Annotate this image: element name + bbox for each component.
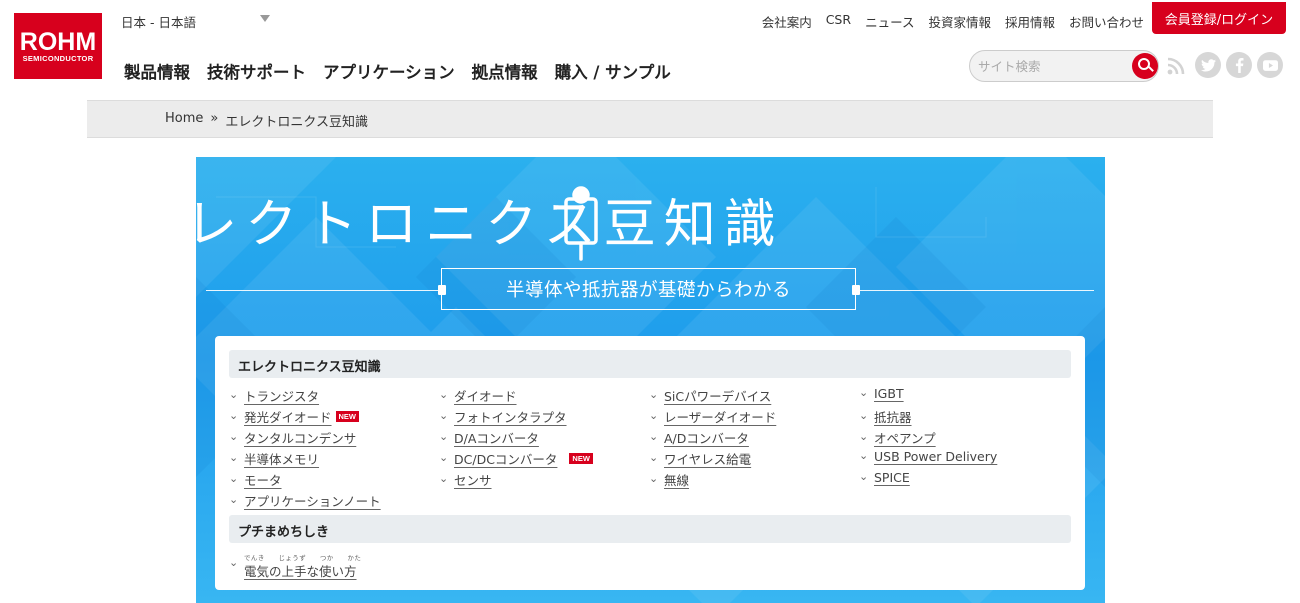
chevron-down-icon: ⌄ <box>229 472 239 485</box>
topic-link[interactable]: ⌄ IGBT <box>859 386 904 401</box>
chevron-down-icon: ⌄ <box>859 430 869 443</box>
language-label: 日本 - 日本語 <box>121 15 196 30</box>
main-nav-products[interactable]: 製品情報 <box>124 59 190 83</box>
chevron-down-icon: ⌄ <box>649 430 659 443</box>
hero-title: エレクトロニクス豆知識 <box>125 195 784 255</box>
chevron-down-icon: ⌄ <box>649 451 659 464</box>
chevron-down-icon: ⌄ <box>859 386 869 399</box>
chevron-down-icon: ⌄ <box>229 451 239 464</box>
section-heading-tips: プチまめちしき <box>229 515 1071 543</box>
section-heading-main: エレクトロニクス豆知識 <box>229 350 1071 378</box>
logo-sub-text: SEMICONDUCTOR <box>22 53 94 63</box>
chevron-down-icon: ⌄ <box>229 430 239 443</box>
nav-link-investors[interactable]: 投資家情報 <box>928 12 991 31</box>
main-nav-locations[interactable]: 拠点情報 <box>472 59 538 83</box>
new-badge: NEW <box>335 411 360 422</box>
topic-link[interactable]: ⌄ トランジスタ <box>229 386 319 405</box>
topic-link[interactable]: ⌄ DC/DCコンバータ NEW <box>439 449 593 468</box>
chevron-down-icon: ⌄ <box>649 409 659 422</box>
language-selector[interactable]: 日本 - 日本語 <box>121 12 271 30</box>
chevron-down-icon: ⌄ <box>439 472 449 485</box>
breadcrumb-current: エレクトロニクス豆知識 <box>225 115 368 130</box>
chevron-down-icon <box>260 15 270 22</box>
topic-link[interactable]: ⌄ フォトインタラプタ <box>439 407 567 426</box>
breadcrumb: Home » エレクトロニクス豆知識 <box>165 111 368 130</box>
youtube-icon[interactable] <box>1257 52 1283 78</box>
search-button[interactable] <box>1132 53 1158 79</box>
nav-link-careers[interactable]: 採用情報 <box>1005 12 1055 31</box>
rss-icon[interactable] <box>1166 56 1186 76</box>
chevron-down-icon: ⌄ <box>859 449 869 462</box>
breadcrumb-separator: » <box>210 111 219 126</box>
main-nav-purchase[interactable]: 購入 / サンプル <box>555 59 671 83</box>
topic-link[interactable]: ⌄ ダイオード <box>439 386 517 405</box>
chevron-down-icon: ⌄ <box>649 388 659 401</box>
topic-link[interactable]: ⌄ 半導体メモリ <box>229 449 319 468</box>
nav-link-csr[interactable]: CSR <box>826 12 851 31</box>
topic-link[interactable]: ⌄ アプリケーションノート <box>229 491 381 510</box>
utility-nav: 会社案内 CSR ニュース 投資家情報 採用情報 お問い合わせ <box>762 12 1144 31</box>
topic-link[interactable]: ⌄ 無線 <box>649 470 689 489</box>
chevron-down-icon: ⌄ <box>649 472 659 485</box>
rohm-logo[interactable]: ROHM SEMICONDUCTOR <box>14 13 102 79</box>
topic-link[interactable]: ⌄ D/Aコンバータ <box>439 428 539 447</box>
main-nav-support[interactable]: 技術サポート <box>207 59 306 83</box>
main-nav-applications[interactable]: アプリケーション <box>323 59 455 83</box>
twitter-icon[interactable] <box>1195 52 1221 78</box>
chevron-down-icon: ⌄ <box>439 409 449 422</box>
topic-link[interactable]: ⌄ ワイヤレス給電 <box>649 449 751 468</box>
hero-subtitle: 半導体や抵抗器が基礎からわかる <box>441 268 856 310</box>
chevron-down-icon: ⌄ <box>229 409 239 422</box>
topic-link[interactable]: ⌄ SiCパワーデバイス <box>649 386 771 405</box>
main-nav: 製品情報 技術サポート アプリケーション 拠点情報 購入 / サンプル <box>124 59 671 83</box>
topic-link[interactable]: ⌄ モータ <box>229 470 282 489</box>
topic-link[interactable]: ⌄ タンタルコンデンサ <box>229 428 356 447</box>
site-search <box>969 50 1159 82</box>
search-input[interactable] <box>978 56 1128 76</box>
topic-link[interactable]: ⌄ レーザーダイオード <box>649 407 776 426</box>
topic-link-electricity[interactable]: ⌄ 電気の上手な使い方 <box>229 556 357 580</box>
logo-main-text: ROHM <box>19 27 97 56</box>
chevron-down-icon: ⌄ <box>439 388 449 401</box>
chevron-down-icon: ⌄ <box>439 451 449 464</box>
nav-link-company[interactable]: 会社案内 <box>762 12 812 31</box>
chevron-down-icon: ⌄ <box>229 388 239 401</box>
breadcrumb-home[interactable]: Home <box>165 111 203 130</box>
login-button[interactable]: 会員登録/ログイン <box>1152 2 1286 34</box>
facebook-icon[interactable] <box>1226 52 1252 78</box>
chevron-down-icon: ⌄ <box>859 470 869 483</box>
topic-link[interactable]: ⌄ USB Power Delivery <box>859 449 997 464</box>
chevron-down-icon: ⌄ <box>439 430 449 443</box>
topic-link[interactable]: ⌄ 抵抗器 <box>859 407 912 426</box>
chevron-down-icon: ⌄ <box>859 409 869 422</box>
topic-link[interactable]: ⌄ SPICE <box>859 470 910 485</box>
new-badge: NEW <box>569 453 593 464</box>
chevron-down-icon: ⌄ <box>229 556 239 569</box>
nav-link-news[interactable]: ニュース <box>865 12 914 31</box>
nav-link-contact[interactable]: お問い合わせ <box>1069 12 1144 31</box>
chevron-down-icon: ⌄ <box>229 493 239 506</box>
topic-link[interactable]: ⌄ オペアンプ <box>859 428 936 447</box>
topic-link[interactable]: ⌄ 発光ダイオード NEW <box>229 407 360 426</box>
topic-link[interactable]: ⌄ A/Dコンバータ <box>649 428 749 447</box>
topic-link[interactable]: ⌄ センサ <box>439 470 492 489</box>
